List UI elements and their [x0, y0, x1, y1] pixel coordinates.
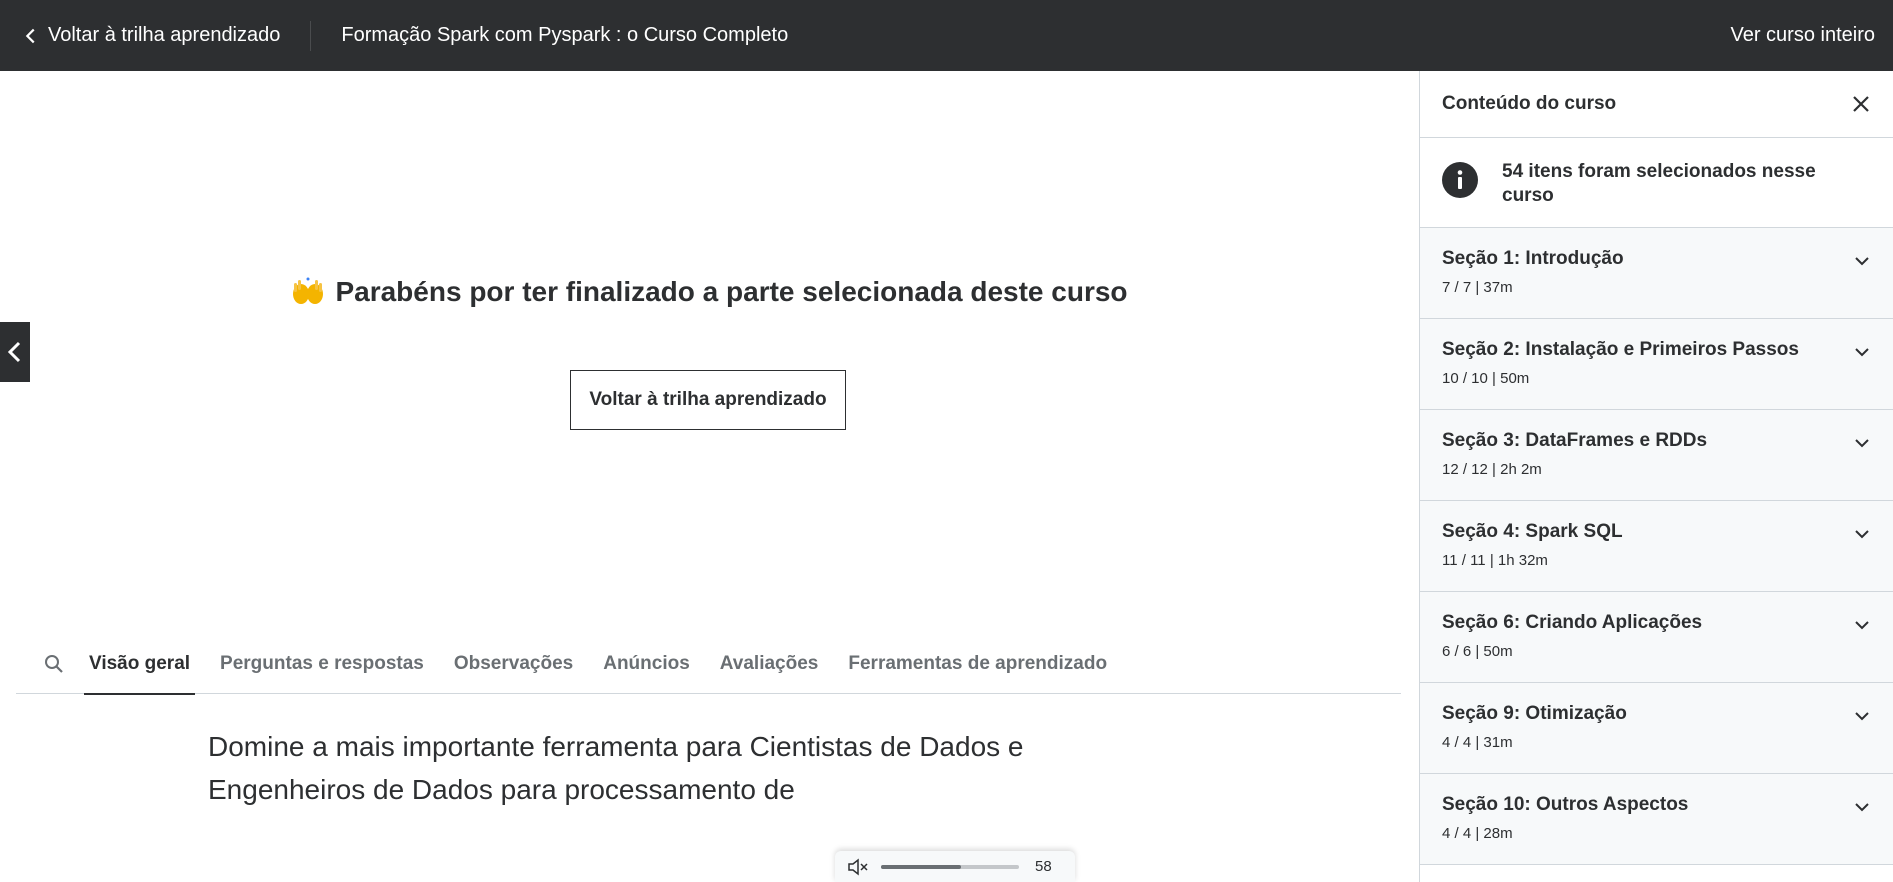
mini-video-player: 58: [835, 851, 1075, 882]
section-title: Seção 10: Outros Aspectos: [1442, 794, 1689, 815]
section-item[interactable]: Seção 6: Criando Aplicações 6 / 6 | 50m: [1420, 592, 1893, 683]
chevron-down-icon: [1855, 803, 1869, 812]
volume-value: 58: [1035, 858, 1052, 875]
course-content-sidebar: Conteúdo do curso 54 itens foram selecio…: [1419, 71, 1893, 882]
section-title: Seção 2: Instalação e Primeiros Passos: [1442, 339, 1799, 360]
section-meta: 4 / 4 | 31m: [1442, 734, 1513, 751]
sidebar-header: Conteúdo do curso: [1420, 71, 1893, 138]
info-icon: [1442, 162, 1478, 198]
tab-announcements[interactable]: Anúncios: [598, 634, 695, 694]
back-to-path-label: Voltar à trilha aprendizado: [48, 24, 281, 46]
volume-slider[interactable]: [881, 864, 1019, 869]
section-title: Seção 6: Criando Aplicações: [1442, 612, 1703, 633]
section-meta: 12 / 12 | 2h 2m: [1442, 461, 1542, 478]
tab-overview[interactable]: Visão geral: [84, 634, 196, 695]
back-to-path-button[interactable]: Voltar à trilha aprendizado: [570, 370, 846, 430]
course-title: Formação Spark com Pyspark : o Curso Com…: [341, 24, 789, 46]
close-icon[interactable]: [1849, 92, 1873, 116]
section-item[interactable]: Seção 1: Introdução 7 / 7 | 37m: [1420, 228, 1893, 319]
tab-questions-answers[interactable]: Perguntas e respostas: [215, 634, 429, 694]
chevron-down-icon: [1855, 348, 1869, 357]
section-meta: 11 / 11 | 1h 32m: [1442, 552, 1548, 569]
section-item[interactable]: Seção 10: Outros Aspectos 4 / 4 | 28m: [1420, 774, 1893, 865]
section-item[interactable]: Seção 3: DataFrames e RDDs 12 / 12 | 2h …: [1420, 410, 1893, 501]
section-meta: 4 / 4 | 28m: [1442, 825, 1513, 842]
chevron-down-icon: [1855, 712, 1869, 721]
chevron-down-icon: [1855, 621, 1869, 630]
tabs-bar: Visão geral Perguntas e respostas Observ…: [16, 634, 1401, 695]
search-icon: [45, 654, 63, 673]
tab-learning-tools[interactable]: Ferramentas de aprendizado: [843, 634, 1112, 694]
chevron-down-icon: [1855, 530, 1869, 539]
section-meta: 6 / 6 | 50m: [1442, 643, 1513, 660]
sidebar-title: Conteúdo do curso: [1442, 93, 1617, 114]
main-content: Parabéns por ter finalizado a parte sele…: [0, 71, 1419, 882]
section-title: Seção 3: DataFrames e RDDs: [1442, 430, 1708, 451]
tab-reviews[interactable]: Avaliações: [715, 634, 824, 694]
section-meta: 10 / 10 | 50m: [1442, 370, 1530, 387]
section-item[interactable]: Seção 9: Otimização 4 / 4 | 31m: [1420, 683, 1893, 774]
section-title: Seção 1: Introdução: [1442, 248, 1624, 269]
tab-notes[interactable]: Observações: [449, 634, 578, 694]
congrats-text: Parabéns por ter finalizado a parte sele…: [335, 276, 1128, 307]
search-tab[interactable]: [24, 634, 84, 694]
chevron-down-icon: [1855, 439, 1869, 448]
raising-hands-icon: [293, 277, 324, 304]
section-item[interactable]: Seção 4: Spark SQL 11 / 11 | 1h 32m: [1420, 501, 1893, 592]
back-to-path-link[interactable]: Voltar à trilha aprendizado: [0, 0, 310, 71]
section-title: Seção 9: Otimização: [1442, 703, 1627, 724]
volume-slider-fill: [881, 864, 962, 869]
chevron-down-icon: [1855, 257, 1869, 266]
see-full-course-link[interactable]: Ver curso inteiro: [1730, 0, 1875, 71]
section-title: Seção 4: Spark SQL: [1442, 521, 1623, 542]
selection-info-text: 54 itens foram selecionados nesse curso: [1502, 161, 1816, 206]
selection-info: 54 itens foram selecionados nesse curso: [1420, 138, 1893, 228]
mute-icon[interactable]: [847, 857, 869, 876]
section-meta: 7 / 7 | 37m: [1442, 279, 1513, 296]
section-item[interactable]: Seção 2: Instalação e Primeiros Passos 1…: [1420, 319, 1893, 410]
top-bar: Voltar à trilha aprendizado Formação Spa…: [0, 0, 1893, 71]
course-overview-text: Domine a mais importante ferramenta para…: [208, 731, 1024, 805]
chevron-left-icon: [25, 28, 35, 43]
congrats-heading: Parabéns por ter finalizado a parte sele…: [0, 276, 1419, 308]
